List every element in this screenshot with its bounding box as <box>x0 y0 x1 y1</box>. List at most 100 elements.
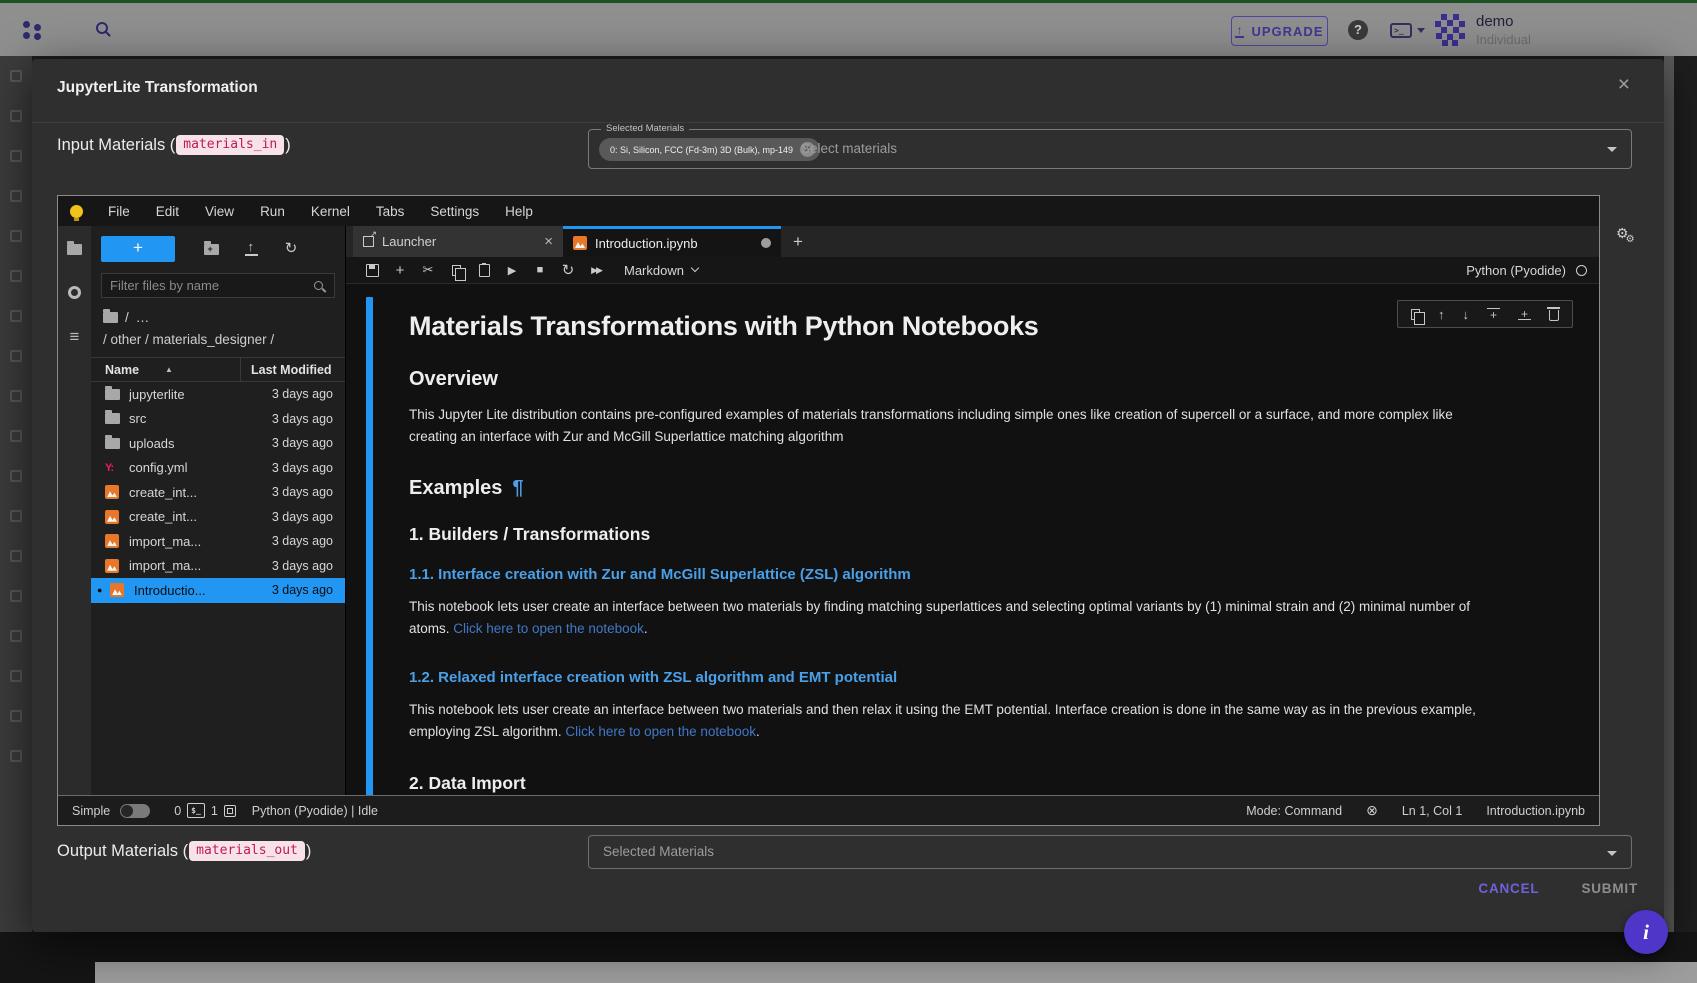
heading-anchor-link[interactable]: ¶ <box>512 477 523 499</box>
kernel-selector[interactable]: Python (Pyodide) <box>1466 263 1587 278</box>
output-placeholder: Selected Materials <box>603 844 714 859</box>
running-sessions-tab-icon[interactable] <box>68 286 81 299</box>
new-launcher-button[interactable]: + <box>101 236 175 262</box>
menu-edit[interactable]: Edit <box>143 204 192 219</box>
new-folder-button[interactable]: + <box>191 244 231 255</box>
cursor-position[interactable]: Ln 1, Col 1 <box>1402 804 1462 818</box>
cut-cells-button[interactable]: ✂ <box>414 262 442 278</box>
menu-tabs[interactable]: Tabs <box>363 204 418 219</box>
output-materials-select[interactable]: Selected Materials <box>588 835 1632 869</box>
paste-icon <box>479 264 490 277</box>
file-row[interactable]: jupyterlite3 days ago <box>91 382 345 407</box>
breadcrumb-path[interactable]: / other / materials_designer / <box>103 332 333 347</box>
background-sidebar-icon <box>10 230 22 242</box>
settings-gears-icon[interactable]: ⚙⚙ <box>1616 225 1646 242</box>
file-row[interactable]: create_int...3 days ago <box>91 480 345 505</box>
copy-cells-button[interactable] <box>442 265 470 276</box>
menu-settings[interactable]: Settings <box>417 204 492 219</box>
insert-cell-below-button[interactable]: + <box>1518 308 1531 320</box>
chevron-down-icon[interactable] <box>1607 147 1617 152</box>
background-sidebar-icon <box>10 390 22 402</box>
insert-cell-above-button[interactable]: + <box>1487 308 1500 320</box>
tab-introduction-ipynb[interactable]: Introduction.ipynb <box>563 226 781 257</box>
table-of-contents-tab-icon[interactable]: ≡ <box>70 330 80 344</box>
refresh-button[interactable]: ↻ <box>271 242 311 256</box>
menu-help[interactable]: Help <box>492 204 546 219</box>
zsl-open-notebook-link[interactable]: Click here to open the notebook <box>453 621 644 636</box>
trust-shield-icon: ⊗ <box>1366 802 1378 819</box>
notebook-file-icon <box>110 583 124 597</box>
menu-file[interactable]: File <box>95 204 143 219</box>
add-tab-button[interactable]: + <box>781 226 815 257</box>
breadcrumb-ellipsis[interactable]: … <box>136 310 150 325</box>
upgrade-button: ↑UPGRADE <box>1231 16 1328 46</box>
notebook-content: ↑ ↓ + + Materials Transformations with P… <box>346 284 1599 795</box>
statusbar-filename: Introduction.ipynb <box>1486 804 1585 818</box>
column-header-modified[interactable]: Last Modified <box>241 363 345 377</box>
file-row[interactable]: uploads3 days ago <box>91 431 345 456</box>
cancel-button[interactable]: CANCEL <box>1478 881 1539 896</box>
column-header-name[interactable]: Name▲ <box>91 358 241 381</box>
paste-cells-button[interactable] <box>470 264 498 277</box>
insert-cell-button[interactable]: + <box>386 262 414 279</box>
jupyterlab-frame: File Edit View Run Kernel Tabs Settings … <box>57 195 1600 826</box>
simple-mode-toggle[interactable] <box>120 804 150 818</box>
file-browser-tab-icon[interactable] <box>67 244 82 255</box>
breadcrumb-root[interactable]: / <box>125 310 129 325</box>
material-chip[interactable]: 0: Si, Silicon, FCC (Fd-3m) 3D (Bulk), m… <box>599 138 820 161</box>
background-sidebar-icon <box>10 470 22 482</box>
file-row-selected[interactable]: ●Introductio...3 days ago <box>91 578 345 603</box>
menu-kernel[interactable]: Kernel <box>298 204 363 219</box>
notebook-file-icon <box>105 534 119 548</box>
notebook-file-icon <box>105 485 119 499</box>
emt-heading-link[interactable]: 1.2. Relaxed interface creation with ZSL… <box>409 669 1484 686</box>
emt-open-notebook-link[interactable]: Click here to open the notebook <box>565 724 756 739</box>
markdown-cell[interactable]: Materials Transformations with Python No… <box>409 284 1484 794</box>
save-button[interactable] <box>358 264 386 277</box>
info-fab-button[interactable]: i <box>1624 910 1668 954</box>
zsl-heading-link[interactable]: 1.1. Interface creation with Zur and McG… <box>409 566 1484 583</box>
zsl-paragraph: This notebook lets user create an interf… <box>409 596 1484 639</box>
name-header-label: Name <box>105 363 139 377</box>
upload-button[interactable] <box>231 242 271 256</box>
submit-button[interactable]: SUBMIT <box>1581 881 1638 896</box>
folder-icon <box>105 389 120 400</box>
menu-view[interactable]: View <box>192 204 247 219</box>
running-kernel-dot-icon: ● <box>97 585 110 595</box>
tab-launcher[interactable]: Launcher × <box>353 226 563 257</box>
background-sidebar-icon <box>10 590 22 602</box>
restart-kernel-button[interactable]: ↻ <box>554 261 582 279</box>
kernel-status-text[interactable]: Python (Pyodide) | Idle <box>252 804 378 818</box>
selected-cell-bar[interactable] <box>366 297 373 795</box>
file-row[interactable]: create_int...3 days ago <box>91 505 345 530</box>
cell-type-label: Markdown <box>624 263 684 278</box>
file-row[interactable]: src3 days ago <box>91 407 345 432</box>
yaml-file-icon: Y: <box>105 462 113 474</box>
notebook-tab-label: Introduction.ipynb <box>595 236 753 251</box>
chevron-down-icon <box>1607 851 1617 856</box>
filter-files-input[interactable]: Filter files by name <box>101 273 335 298</box>
close-icon[interactable]: × <box>1618 73 1630 97</box>
close-tab-icon[interactable]: × <box>544 233 553 250</box>
kernel-name: Python (Pyodide) <box>1466 263 1566 278</box>
console-icon: >_ <box>1390 23 1412 38</box>
file-row[interactable]: import_ma...3 days ago <box>91 554 345 579</box>
tab-bar: Launcher × Introduction.ipynb + <box>346 226 1599 257</box>
run-cell-button[interactable]: ▶ <box>498 264 526 277</box>
home-folder-icon[interactable] <box>103 312 118 323</box>
selected-materials-select[interactable]: Selected Materials 0: Si, Silicon, FCC (… <box>588 129 1632 169</box>
select-materials-placeholder: Select materials <box>801 141 897 156</box>
restart-run-all-button[interactable]: ▶▶ <box>582 265 610 276</box>
background-sidebar-icon <box>10 750 22 762</box>
menu-run[interactable]: Run <box>247 204 298 219</box>
status-bar: Simple 0 $_ 1 Python (Pyodide) | Idle Mo… <box>58 795 1599 825</box>
interrupt-kernel-button[interactable]: ■ <box>526 264 554 276</box>
file-row[interactable]: import_ma...3 days ago <box>91 529 345 554</box>
cell-type-dropdown[interactable]: Markdown <box>624 263 698 278</box>
notebook-file-icon <box>105 559 119 573</box>
delete-cell-button[interactable] <box>1549 307 1559 321</box>
materials-in-chip: materials_in <box>176 135 284 155</box>
file-row[interactable]: Y:config.yml3 days ago <box>91 456 345 481</box>
dialog-title: JupyterLite Transformation <box>57 79 258 97</box>
command-mode-indicator[interactable]: Mode: Command <box>1246 804 1342 818</box>
